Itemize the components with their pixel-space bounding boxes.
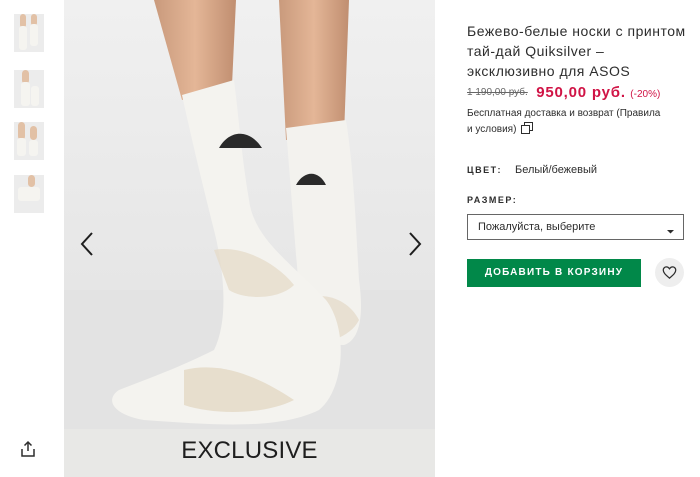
share-icon[interactable]: [19, 440, 37, 458]
add-to-cart-button[interactable]: ДОБАВИТЬ В КОРЗИНУ: [467, 259, 641, 287]
exclusive-label: EXCLUSIVE: [181, 437, 318, 464]
thumbnail-3[interactable]: [14, 122, 44, 160]
thumbnail-1[interactable]: [14, 14, 44, 52]
product-image: EXCLUSIVE: [64, 0, 435, 477]
chevron-right-icon[interactable]: [401, 229, 427, 259]
discount-badge: (-20%): [630, 89, 661, 100]
current-price: 950,00 руб.: [536, 84, 626, 101]
old-price: 1 190,00 руб.: [467, 87, 528, 98]
product-photo: [64, 0, 435, 477]
color-row: ЦВЕТ: Белый/бежевый: [467, 164, 597, 176]
copy-icon[interactable]: [521, 122, 534, 134]
delivery-link[interactable]: Бесплатная доставка и возврат (Правила и…: [467, 108, 660, 135]
color-label: ЦВЕТ:: [467, 165, 502, 175]
size-select[interactable]: Пожалуйста, выберите: [467, 214, 684, 240]
wishlist-button[interactable]: [655, 258, 684, 287]
chevron-down-icon: [666, 223, 675, 234]
color-value: Белый/бежевый: [515, 164, 598, 176]
thumbnail-4[interactable]: [14, 175, 44, 213]
delivery-info[interactable]: Бесплатная доставка и возврат (Правила и…: [467, 106, 667, 138]
heart-icon: [662, 266, 677, 279]
chevron-left-icon[interactable]: [75, 229, 101, 259]
price-row: 1 190,00 руб. 950,00 руб. (-20%): [467, 84, 689, 102]
size-select-value: Пожалуйста, выберите: [478, 221, 596, 233]
size-label: РАЗМЕР:: [467, 195, 518, 205]
product-title: Бежево-белые носки с принтом тай-дай Qui…: [467, 23, 686, 79]
thumbnail-2[interactable]: [14, 70, 44, 108]
